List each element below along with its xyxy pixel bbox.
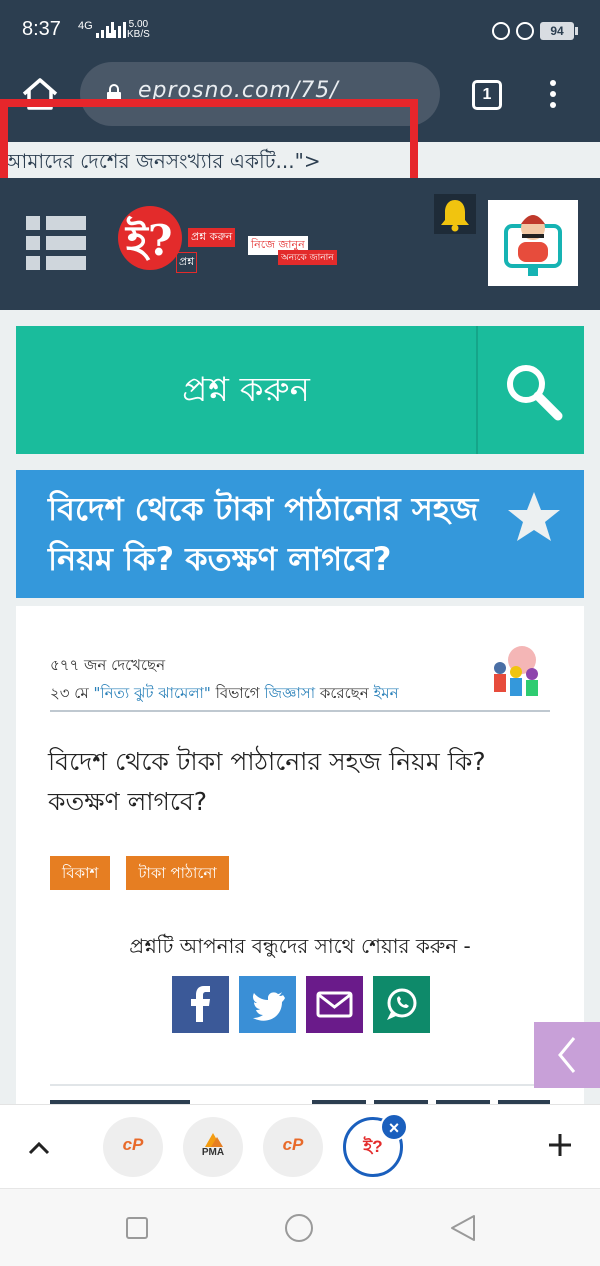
- category-thumbnail-icon: [494, 646, 538, 696]
- network-type: 4G: [78, 20, 93, 32]
- view-count: ৫৭৭ জন দেখেছেন: [50, 656, 166, 674]
- twitter-share-button[interactable]: [239, 976, 296, 1033]
- logo-tagline-ask: প্রশ্ন করুন: [188, 228, 236, 247]
- question-body: বিদেশ থেকে টাকা পাঠানোর সহজ নিয়ম কি? কত…: [48, 747, 486, 816]
- question-card: ৫৭৭ জন দেখেছেন ২৩ মে "নিত্য ঝুট ঝামেলা" …: [16, 606, 584, 1104]
- side-panel-toggle[interactable]: [534, 1022, 600, 1088]
- tab-strip: cP PMA cP ই? ×: [0, 1104, 600, 1188]
- question-title-box: বিদেশ থেকে টাকা পাঠানোর সহজ নিয়ম কি? কত…: [16, 470, 584, 598]
- tab-phpmyadmin[interactable]: PMA: [183, 1117, 243, 1177]
- recents-icon[interactable]: [122, 1213, 152, 1243]
- card-divider: [50, 1084, 550, 1086]
- author-link[interactable]: ইমন: [373, 684, 398, 702]
- site-logo[interactable]: ই? প্রশ্ন করুন নিজে জানুন প্রশ্ন অন্যকে …: [118, 204, 348, 280]
- status-bar: 8:37 4G 5.00 KB/S 94: [0, 0, 600, 62]
- site-header: ই? প্রশ্ন করুন নিজে জানুন প্রশ্ন অন্যকে …: [0, 178, 600, 310]
- meta-divider: [50, 710, 550, 712]
- action-suffix: করেছেন: [319, 684, 369, 702]
- share-buttons: [172, 976, 430, 1033]
- email-share-button[interactable]: [306, 976, 363, 1033]
- bell-icon: [441, 200, 469, 232]
- close-tab-button[interactable]: ×: [380, 1113, 408, 1141]
- pma-label: PMA: [201, 1147, 225, 1158]
- admin-avatar-icon: [504, 215, 562, 276]
- tag-send-money[interactable]: টাকা পাঠানো: [126, 856, 229, 890]
- tag-bkash[interactable]: বিকাশ: [50, 856, 111, 890]
- facebook-icon: [191, 986, 210, 1022]
- logo-tagline-share: অন্যকে জানান: [278, 250, 337, 265]
- in-section-text: বিভাগে: [215, 684, 260, 702]
- plus-icon[interactable]: [546, 1131, 574, 1159]
- email-icon: [316, 991, 353, 1018]
- cpanel-icon: cP: [122, 1135, 144, 1154]
- network-speed: 5.00 KB/S: [127, 20, 150, 40]
- ask-question-button[interactable]: প্রশ্ন করুন: [16, 326, 476, 454]
- page-content: প্রশ্ন করুন বিদেশ থেকে টাকা পাঠানোর সহজ …: [0, 310, 600, 1104]
- share-label: প্রশ্নটি আপনার বন্ধুদের সাথে শেয়ার করুন…: [129, 934, 471, 958]
- battery-icon: 94: [540, 22, 578, 40]
- question-meta: ২৩ মে "নিত্য ঝুট ঝামেলা" বিভাগে জিজ্ঞাসা…: [50, 682, 399, 707]
- twitter-icon: [253, 992, 285, 1021]
- search-button[interactable]: [478, 326, 584, 454]
- user-avatar[interactable]: [488, 200, 578, 286]
- alarm-icon: [516, 22, 534, 40]
- ask-question-bar: প্রশ্ন করুন: [16, 326, 584, 454]
- chevron-up-icon[interactable]: [24, 1133, 54, 1163]
- logo-mark: ই?: [126, 216, 173, 265]
- action-link[interactable]: জিজ্ঞাসা: [264, 684, 315, 702]
- system-nav-bar: [0, 1188, 600, 1266]
- facebook-share-button[interactable]: [172, 976, 229, 1033]
- chevron-left-icon: [558, 1037, 576, 1073]
- question-title: বিদেশ থেকে টাকা পাঠানোর সহজ নিয়ম কি? কত…: [48, 490, 479, 578]
- tag-list: বিকাশ টাকা পাঠানো: [50, 856, 229, 890]
- search-icon: [507, 365, 563, 421]
- logo-tagline-question: প্রশ্ন: [176, 252, 198, 273]
- more-options-icon[interactable]: [546, 80, 560, 112]
- home-nav-icon[interactable]: [284, 1213, 314, 1243]
- question-date: ২৩ মে: [50, 684, 89, 702]
- star-icon[interactable]: [506, 490, 562, 544]
- tab-switcher-button[interactable]: 1: [472, 80, 502, 110]
- category-link[interactable]: "নিত্য ঝুট ঝামেলা": [93, 684, 210, 702]
- menu-icon[interactable]: [26, 216, 86, 274]
- tab-cpanel-2[interactable]: cP: [263, 1117, 323, 1177]
- clock: 8:37: [22, 18, 61, 40]
- back-icon[interactable]: [448, 1213, 478, 1243]
- cpanel-icon: cP: [282, 1135, 304, 1154]
- signal-icon-2: [108, 22, 126, 38]
- whatsapp-icon: [387, 988, 417, 1020]
- whatsapp-share-button[interactable]: [373, 976, 430, 1033]
- data-saver-icon: [492, 22, 510, 40]
- speed-unit: KB/S: [127, 29, 150, 40]
- notification-button[interactable]: [434, 194, 476, 234]
- tab-cpanel-1[interactable]: cP: [103, 1117, 163, 1177]
